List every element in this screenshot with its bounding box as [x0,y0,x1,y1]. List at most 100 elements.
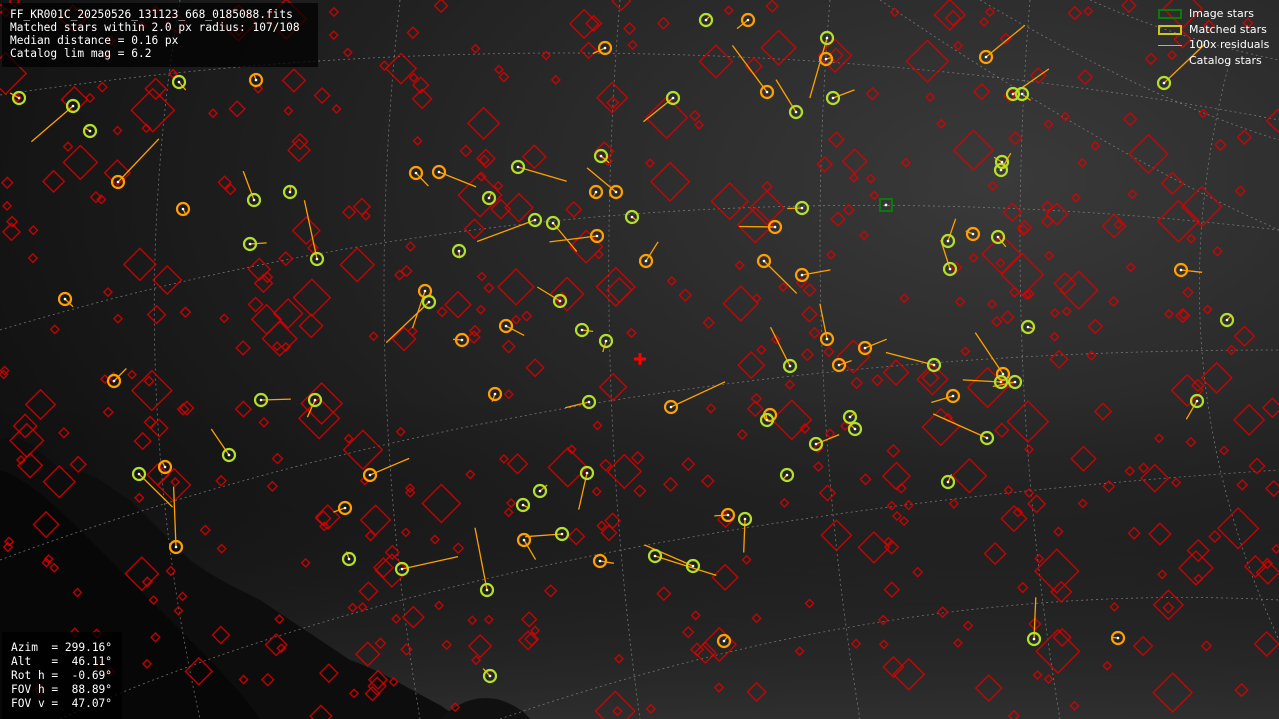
matched-star-dot [347,557,351,561]
matched-star-dot [630,215,634,219]
matched-star-dot [248,242,252,246]
matched-star-dot [691,564,695,568]
matched-star-dot [343,506,347,510]
matched-star-dot [946,480,950,484]
matched-star-dot [580,328,584,332]
matched-stars-text: Matched stars within 2.0 px radius: 107/… [10,21,300,34]
matched-star-dot [254,78,258,82]
matched-star-dot [460,338,464,342]
matched-star-dot [726,513,730,517]
matched-star-dot [560,532,564,536]
matched-star-dot [1000,160,1004,164]
legend: Image stars Matched stars 100x residuals… [1150,4,1277,72]
matched-star-dot [599,154,603,158]
matched-star-dot [504,324,508,328]
matched-star-dot [1013,380,1017,384]
matched-star-dot [863,346,867,350]
matched-star-dot [17,96,21,100]
matched-star-dot [1020,92,1024,96]
matched-star-dot [1011,92,1015,96]
matched-star-dot [427,300,431,304]
matched-star-dot [181,207,185,211]
matched-star-dot [644,259,648,263]
matched-star-dot [999,380,1003,384]
matched-star-dot [762,259,766,263]
median-distance-text: Median distance = 0.16 px [10,34,179,47]
matched-star-dot [598,559,602,563]
matched-star-dot [88,129,92,133]
matched-star-dot [551,221,555,225]
fov-v-text: FOV v = 47.07° [11,697,113,710]
matched-star-dot [423,289,427,293]
matched-star-dot [493,392,497,396]
matched-star-dot [603,46,607,50]
pointing-panel: Azim = 299.16° Alt = 46.11° Rot h = -0.6… [2,632,122,719]
matched-star-dot [288,190,292,194]
matched-star-dot [831,96,835,100]
matched-star-dot [853,427,857,431]
matched-star-dot [163,465,167,469]
legend-item-image-stars: Image stars [1150,6,1277,22]
matched-star-dot [814,442,818,446]
matched-star-dot [71,104,75,108]
matched-star-dot [773,225,777,229]
matched-star-dot [671,96,675,100]
matched-star-dot [174,545,178,549]
matched-star-dot [521,503,525,507]
matched-star-dot [743,517,747,521]
matched-star-dot [948,267,952,271]
matched-star-dot [765,90,769,94]
matched-star-dot [794,110,798,114]
matched-star-dot [137,472,141,476]
filename-text: FF_KR001C_20250526_131123_668_0185088.fi… [10,8,293,21]
matched-star-dot [116,180,120,184]
matched-star-dot [984,55,988,59]
matched-star-dot [259,398,263,402]
fov-h-text: FOV h = 88.89° [11,683,113,696]
matched-star-dot [538,489,542,493]
matched-star-dot [765,418,769,422]
matched-star-dot [414,171,418,175]
matched-star-dot [488,674,492,678]
matched-star-dot [614,190,618,194]
matched-star-dot [313,398,317,402]
matched-star-dot [63,297,67,301]
matched-star-dot [587,400,591,404]
matched-star-dot [653,554,657,558]
azim-text: Azim = 299.16° [11,641,113,654]
matched-star-dot [825,36,829,40]
matched-star-dot [177,80,181,84]
residual-line [260,398,291,401]
orange-line-icon [1158,45,1182,46]
info-panel: FF_KR001C_20250526_131123_668_0185088.fi… [2,3,318,67]
matched-star-dot [951,394,955,398]
matched-star-dot [315,257,319,261]
matched-star-dot [971,232,975,236]
legend-item-residuals: 100x residuals [1150,37,1277,53]
matched-star-dot [746,18,750,22]
matched-star-dot [368,473,372,477]
matched-star-dot [985,436,989,440]
matched-star-dot [604,339,608,343]
matched-star-dot [595,234,599,238]
matched-star-dot [946,239,950,243]
matched-star-dot [516,165,520,169]
matched-star-dot [252,198,256,202]
matched-star-dot [1032,637,1036,641]
matched-star-dot [1225,318,1229,322]
yellow-square-icon [1158,25,1182,35]
matched-star-dot [558,299,562,303]
matched-star-dot [1162,81,1166,85]
matched-star-dot [800,206,804,210]
matched-star-dot [1116,636,1120,640]
sky-image-canvas[interactable] [0,0,1279,719]
matched-star-dot [825,337,829,341]
residual-line [452,338,463,341]
matched-star-dot [485,588,489,592]
matched-star-dot [1179,268,1183,272]
matched-star-dot [704,18,708,22]
matched-star-dot [785,473,789,477]
matched-star-dot [669,405,673,409]
matched-star-dot [824,57,828,61]
matched-star-dot [1195,399,1199,403]
